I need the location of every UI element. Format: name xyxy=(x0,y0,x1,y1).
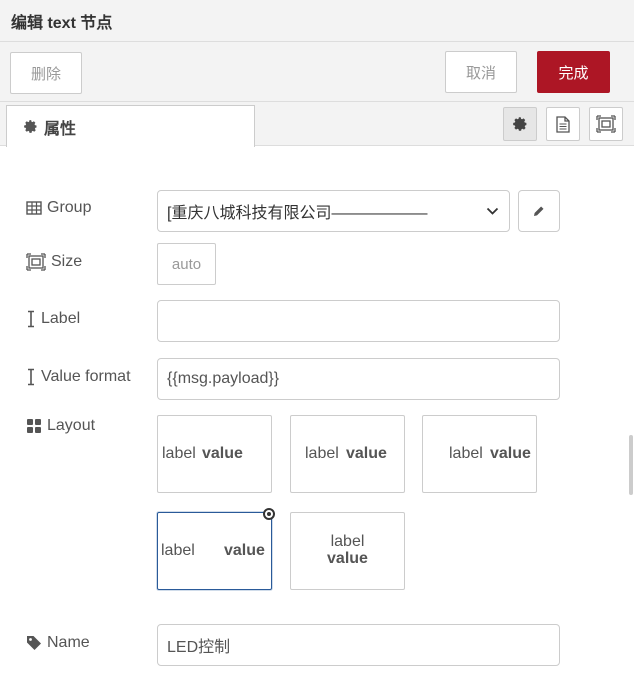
label-label: Label xyxy=(26,310,80,328)
text-cursor-icon xyxy=(28,368,34,386)
description-icon xyxy=(556,115,570,133)
edit-group-button[interactable] xyxy=(518,190,560,232)
gear-icon xyxy=(513,117,527,131)
table-icon xyxy=(26,201,42,215)
name-label-text: Name xyxy=(47,634,90,651)
layout-option-row-left[interactable]: label value xyxy=(157,415,272,493)
delete-button[interactable]: 删除 xyxy=(10,52,82,94)
tab-bar: 属性 xyxy=(0,102,634,147)
name-label: Name xyxy=(26,634,90,652)
selected-radio-icon xyxy=(263,508,275,520)
text-cursor-icon xyxy=(28,310,34,328)
layout-option-row-center[interactable]: label value xyxy=(290,415,405,493)
label-input[interactable] xyxy=(157,300,560,342)
value-format-label-text: Value format xyxy=(41,368,131,385)
layout-option-value: value xyxy=(202,445,243,462)
name-input-field[interactable] xyxy=(167,636,559,654)
size-label-text: Size xyxy=(51,253,83,270)
settings-tab-button[interactable] xyxy=(503,107,537,141)
name-input[interactable] xyxy=(157,624,560,666)
layout-option-label: label xyxy=(449,445,483,462)
label-label-text: Label xyxy=(41,310,81,327)
description-tab-button[interactable] xyxy=(546,107,580,141)
grid-icon xyxy=(27,419,41,433)
dialog-title: 编辑 text 节点 xyxy=(11,15,113,32)
dialog-titlebar: 编辑 text 节点 xyxy=(0,0,634,42)
layout-option-col-center[interactable]: label value xyxy=(290,512,405,590)
layout-option-value: value xyxy=(327,550,368,567)
layout-option-value: value xyxy=(346,445,387,462)
tag-icon xyxy=(27,636,41,650)
appearance-tab-button[interactable] xyxy=(589,107,623,141)
layout-label: Layout xyxy=(26,417,95,435)
pencil-icon xyxy=(534,206,544,216)
layout-option-label: label xyxy=(161,542,195,559)
appearance-icon xyxy=(596,115,616,133)
scrollbar[interactable] xyxy=(629,435,633,495)
layout-option-value: value xyxy=(224,542,265,559)
layout-label-text: Layout xyxy=(47,417,96,434)
value-format-input-field[interactable] xyxy=(167,370,559,388)
tab-properties-label: 属性 xyxy=(44,120,77,138)
cancel-button[interactable]: 取消 xyxy=(445,51,517,93)
layout-option-label: label xyxy=(162,445,196,462)
group-select[interactable]: [重庆八城科技有限公司—————— xyxy=(157,190,510,232)
layout-option-value: value xyxy=(490,445,531,462)
button-row: 删除 取消 完成 xyxy=(0,42,634,102)
group-label: Group xyxy=(26,199,91,217)
size-icon xyxy=(26,253,46,271)
tab-properties[interactable]: 属性 xyxy=(6,105,255,147)
group-label-text: Group xyxy=(47,199,92,216)
done-button[interactable]: 完成 xyxy=(537,51,610,93)
label-input-field[interactable] xyxy=(167,312,559,330)
size-button[interactable]: auto xyxy=(157,243,216,285)
value-format-input[interactable] xyxy=(157,358,560,400)
layout-option-label: label xyxy=(305,445,339,462)
layout-option-row-spread[interactable]: label value xyxy=(157,512,272,590)
gear-icon xyxy=(24,120,37,133)
layout-option-label: label xyxy=(330,533,365,550)
size-label: Size xyxy=(26,253,82,271)
value-format-label: Value format xyxy=(26,368,131,386)
chevron-down-icon xyxy=(486,207,499,215)
layout-option-row-right[interactable]: label value xyxy=(422,415,537,493)
group-select-value: [重庆八城科技有限公司—————— xyxy=(167,205,428,222)
